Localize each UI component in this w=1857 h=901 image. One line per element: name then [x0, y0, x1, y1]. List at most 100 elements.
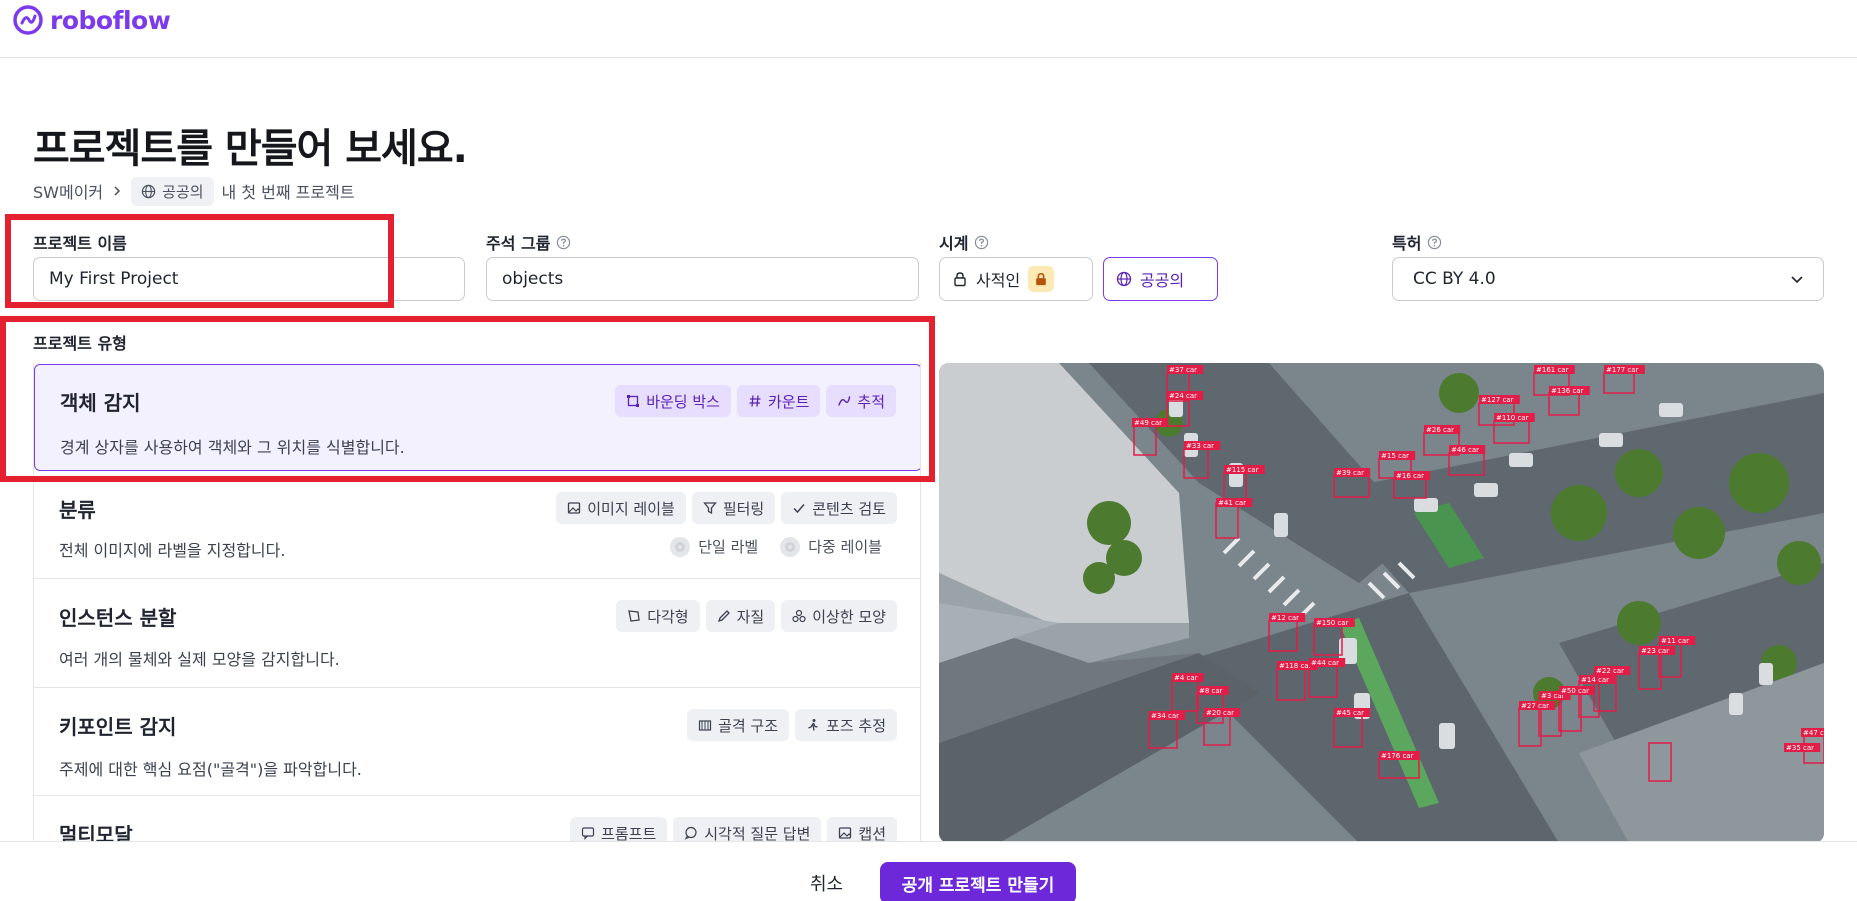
tag-label: 골격 구조: [718, 716, 779, 735]
visibility-public-label: 공공의: [1140, 271, 1185, 290]
pencil-icon: [717, 610, 730, 623]
project-type-description: 전체 이미지에 라벨을 지정합니다.: [59, 541, 286, 560]
detection-label: #15 car: [1381, 452, 1409, 460]
tag-polygon: 다각형: [616, 600, 700, 632]
radio-indicator: [670, 536, 691, 557]
project-type-keypoint-detection[interactable]: 키포인트 감지 골격 구조 포즈 추정 주제에 대한 핵심 요점("골격")을 …: [34, 689, 920, 796]
visibility-label: 시계: [939, 230, 989, 254]
detection-label: #14 car: [1581, 676, 1609, 684]
project-type-title: 분류: [59, 498, 96, 522]
tag-label: 콘텐츠 검토: [812, 499, 886, 518]
tag-pose-estimation: 포즈 추정: [795, 709, 897, 741]
premium-lock-badge: [1028, 266, 1055, 292]
detection-label: #33 car: [1186, 442, 1214, 450]
tag-caption: 캡션: [827, 817, 897, 843]
detection-label: #176 car: [1381, 752, 1414, 760]
check-icon: [793, 504, 805, 514]
radio-indicator: [780, 536, 801, 557]
filter-icon: [702, 502, 717, 515]
detection-label: #50 car: [1561, 687, 1589, 695]
radio-label: 단일 라벨: [698, 538, 759, 556]
create-public-project-button[interactable]: 공개 프로젝트 만들기: [880, 862, 1076, 901]
tag-label: 자질: [736, 607, 765, 626]
detection-label: #37 car: [1169, 366, 1197, 374]
project-type-instance-segmentation[interactable]: 인스턴스 분할 다각형 자질 이상한 모양 여러 개의 물체와 실제 모양을 감…: [34, 580, 920, 688]
project-type-multimodal[interactable]: 멀티모달 프롬프트 시각적 질문 답변 캡션: [34, 797, 920, 843]
globe-icon: [1116, 271, 1132, 287]
tag-skeleton: 골격 구조: [687, 709, 790, 741]
annotation-group-label-text: 주석 그룹: [486, 234, 551, 253]
license-label-text: 특허: [1392, 234, 1422, 253]
project-type-classification[interactable]: 분류 이미지 레이블 필터링 콘텐츠 검토 전체 이미지에 라벨을 지정합니다.…: [34, 472, 920, 579]
breadcrumb-visibility-label: 공공의: [162, 182, 204, 201]
help-icon[interactable]: [556, 235, 571, 250]
detection-label: #24 car: [1169, 392, 1197, 400]
detection-label: #115 car: [1226, 466, 1259, 474]
detection-label: #45 car: [1336, 709, 1364, 717]
project-type-tags: 골격 구조 포즈 추정: [687, 709, 897, 741]
detection-label: #26 car: [1426, 426, 1454, 434]
logo-text: roboflow: [50, 5, 171, 35]
tag-label: 시각적 질문 답변: [704, 824, 811, 843]
classification-options: 단일 라벨 다중 레이블: [670, 536, 882, 557]
project-type-tags: 다각형 자질 이상한 모양: [616, 600, 897, 632]
detection-label: #161 car: [1536, 366, 1569, 374]
detection-label: #127 car: [1481, 396, 1514, 404]
single-label-radio[interactable]: 단일 라벨: [670, 536, 758, 557]
tag-label: 이상한 모양: [812, 607, 886, 626]
page-title: 프로젝트를 만들어 보세요.: [33, 126, 468, 172]
help-icon[interactable]: [1427, 235, 1442, 250]
shapes-icon: [792, 609, 806, 623]
tag-label: 캡션: [858, 824, 886, 843]
detection-label: #22 car: [1596, 667, 1624, 675]
roboflow-logo[interactable]: roboflow: [12, 4, 171, 36]
image-icon: [839, 827, 852, 839]
detection-label: #4 car: [1174, 674, 1198, 682]
tag-label: 이미지 레이블: [587, 499, 675, 518]
chat-icon: [581, 827, 595, 840]
annotation-group-input[interactable]: [486, 257, 919, 301]
help-icon[interactable]: [974, 235, 989, 250]
project-type-title: 키포인트 감지: [59, 715, 177, 739]
detection-label: #11 car: [1661, 637, 1689, 645]
detection-label: #35 car: [1786, 744, 1814, 752]
tag-filtering: 필터링: [691, 492, 776, 524]
detection-label: #20 car: [1206, 709, 1234, 717]
tag-prompt: 프롬프트: [570, 817, 668, 843]
project-type-title: 멀티모달: [59, 823, 133, 843]
tag-label: 프롬프트: [601, 824, 657, 843]
tag-ruler: 자질: [705, 600, 776, 632]
chevron-down-icon: [1791, 276, 1803, 284]
detection-preview-image: #37 car #24 car #49 car #33 car #115 car #41 …: [939, 363, 1824, 843]
detection-label: #110 car: [1496, 414, 1529, 422]
image-icon: [568, 502, 581, 514]
tag-label: 다각형: [647, 607, 689, 626]
visibility-private-label: 사적인: [976, 271, 1021, 290]
annotation-group-label: 주석 그룹: [486, 230, 571, 254]
breadcrumb-workspace[interactable]: SW메이커: [33, 179, 103, 203]
visibility-private-button[interactable]: 사적인: [939, 257, 1093, 301]
detection-label: #46 car: [1451, 446, 1479, 454]
project-type-description: 주제에 대한 핵심 요점("골격")을 파악합니다.: [59, 760, 362, 779]
visibility-public-button[interactable]: 공공의: [1103, 257, 1218, 301]
project-type-tags: 프롬프트 시각적 질문 답변 캡션: [570, 817, 897, 843]
project-type-title: 인스턴스 분할: [59, 606, 177, 630]
license-select[interactable]: CC BY 4.0: [1392, 257, 1824, 301]
highlight-project-name: [5, 214, 394, 308]
cancel-button[interactable]: 취소: [810, 870, 843, 896]
detection-label: #136 car: [1551, 387, 1584, 395]
skeleton-icon: [698, 720, 712, 731]
license-label: 특허: [1392, 230, 1442, 254]
tag-odd-shapes: 이상한 모양: [781, 600, 897, 632]
detection-label: #27 car: [1521, 702, 1549, 710]
detection-label: #39 car: [1336, 469, 1364, 477]
tag-vqa: 시각적 질문 답변: [673, 817, 822, 843]
highlight-project-type: [0, 316, 935, 482]
tag-image-label: 이미지 레이블: [556, 492, 686, 524]
detection-label: #49 car: [1134, 419, 1162, 427]
globe-icon: [141, 184, 156, 198]
detection-label: #23 car: [1641, 647, 1669, 655]
detection-label: #41 car: [1218, 499, 1246, 507]
multi-label-radio[interactable]: 다중 레이블: [780, 536, 882, 557]
project-type-description: 여러 개의 물체와 실제 모양을 감지합니다.: [59, 650, 340, 669]
